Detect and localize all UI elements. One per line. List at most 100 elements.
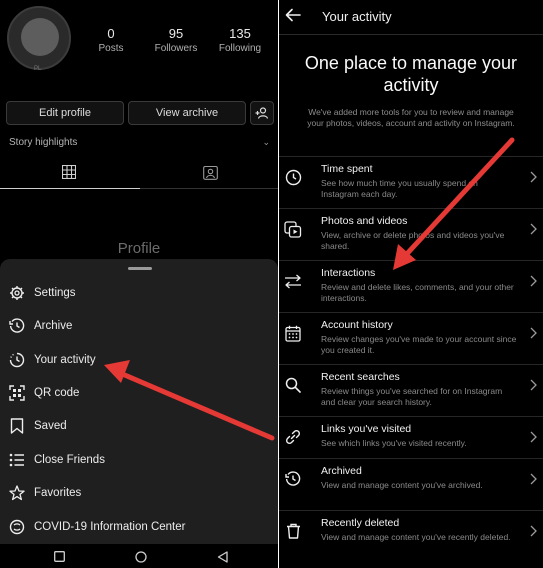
activity-item-archived[interactable]: Archived View and manage content you've … (279, 458, 543, 510)
view-archive-button[interactable]: View archive (128, 101, 246, 125)
qr-code-icon (9, 385, 25, 401)
link-icon (285, 429, 301, 445)
posts-count: 0 (107, 26, 115, 41)
activity-item-description: See how much time you usually spend on I… (321, 178, 478, 199)
add-person-icon (255, 107, 269, 119)
grid-icon[interactable] (62, 165, 76, 179)
activity-item-title: Archived (321, 465, 362, 477)
chevron-right-icon (530, 379, 537, 391)
avatar-silhouette (21, 18, 59, 56)
menu-item-settings[interactable]: Settings (0, 278, 278, 308)
add-person-button[interactable] (250, 101, 274, 125)
following-count: 135 (229, 26, 251, 41)
profile-screen: PL 0 Posts 95 Followers 135 Following Ed… (0, 0, 278, 568)
archive-clock-icon (285, 471, 301, 486)
chevron-right-icon (530, 525, 537, 537)
chevron-down-icon[interactable]: ⌄ (262, 137, 270, 148)
edit-profile-button[interactable]: Edit profile (6, 101, 124, 125)
followers-count: 95 (168, 26, 184, 41)
your-activity-screen: Your activity One place to manage your a… (279, 0, 543, 568)
profile-heading: Profile (117, 240, 161, 257)
activity-item-title: Links you've visited (321, 423, 412, 435)
clock-icon (285, 169, 301, 185)
calendar-icon (285, 325, 301, 342)
top-bar: Your activity (279, 0, 543, 33)
search-icon (285, 377, 301, 393)
hero-description: We've added more tools for you to review… (307, 107, 515, 128)
activity-item-title: Recent searches (321, 371, 400, 383)
chevron-right-icon (530, 171, 537, 183)
menu-item-favorites[interactable]: Favorites (0, 478, 278, 508)
menu-item-label: COVID-19 Information Center (34, 521, 186, 533)
story-highlights-label[interactable]: Story highlights (9, 137, 77, 148)
chevron-right-icon (530, 275, 537, 287)
sheet-handle[interactable] (128, 267, 152, 270)
topbar-divider (279, 34, 543, 35)
activity-item-description: View, archive or delete photos and video… (321, 230, 505, 251)
followers-label: Followers (154, 43, 198, 54)
chevron-right-icon (530, 327, 537, 339)
following-label: Following (218, 43, 262, 54)
activity-item-title: Recently deleted (321, 517, 400, 529)
posts-stat[interactable]: 0 Posts (81, 26, 141, 54)
avatar-caption: PL (34, 66, 42, 72)
recents-square-icon[interactable] (54, 551, 65, 562)
back-triangle-icon[interactable] (217, 551, 228, 563)
following-stat[interactable]: 135 Following (210, 26, 270, 54)
interactions-arrows-icon (285, 274, 301, 288)
list-icon (9, 453, 24, 467)
covid-info-icon (9, 519, 25, 535)
tagged-icon[interactable] (203, 165, 218, 180)
menu-item-archive[interactable]: Archive (0, 311, 278, 341)
home-circle-icon[interactable] (135, 551, 147, 563)
activity-item-description: Review things you've searched for on Ins… (321, 386, 503, 407)
followers-stat[interactable]: 95 Followers (146, 26, 206, 54)
activity-item-title: Account history (321, 319, 393, 331)
archive-clock-icon (9, 318, 25, 333)
menu-item-label: Settings (34, 287, 76, 299)
menu-item-label: Favorites (34, 487, 82, 499)
star-icon (9, 485, 25, 501)
tab-divider (140, 188, 278, 189)
hero-title: One place to manage your activity (304, 53, 518, 95)
menu-item-label: QR code (34, 387, 80, 399)
menu-item-label: Archive (34, 320, 73, 332)
page-title: Your activity (322, 9, 392, 24)
chevron-right-icon (530, 431, 537, 443)
menu-item-your-activity[interactable]: Your activity (0, 345, 278, 375)
posts-label: Posts (98, 43, 124, 54)
photos-videos-icon (284, 220, 302, 238)
activity-item-title: Time spent (321, 163, 373, 175)
menu-sheet: Settings Archive Your activity QR code S… (0, 259, 278, 544)
menu-item-label: Close Friends (34, 454, 105, 466)
activity-item-description: View and manage content you've recently … (321, 532, 511, 542)
menu-item-covid-center[interactable]: COVID-19 Information Center (0, 512, 278, 542)
menu-item-label: Your activity (34, 354, 96, 366)
menu-item-close-friends[interactable]: Close Friends (0, 445, 278, 475)
activity-item-description: Review changes you've made to your accou… (321, 334, 517, 355)
avatar[interactable] (7, 6, 71, 70)
activity-item-interactions[interactable]: Interactions Review and delete likes, co… (279, 260, 543, 312)
activity-item-title: Photos and videos (321, 215, 408, 227)
menu-item-qr-code[interactable]: QR code (0, 378, 278, 408)
trash-icon (286, 523, 300, 539)
activity-item-description: Review and delete likes, comments, and y… (321, 282, 514, 303)
active-tab-indicator (0, 188, 140, 189)
activity-item-time-spent[interactable]: Time spent See how much time you usually… (279, 156, 543, 208)
activity-item-description: See which links you've visited recently. (321, 438, 467, 448)
android-nav-bar (0, 544, 278, 568)
activity-item-recently-deleted[interactable]: Recently deleted View and manage content… (279, 510, 543, 562)
activity-item-recent-searches[interactable]: Recent searches Review things you've sea… (279, 364, 543, 416)
activity-item-photos-and-videos[interactable]: Photos and videos View, archive or delet… (279, 208, 543, 260)
bookmark-icon (10, 418, 24, 434)
menu-item-saved[interactable]: Saved (0, 411, 278, 441)
activity-clock-icon (9, 352, 25, 368)
back-arrow-icon[interactable] (285, 8, 301, 22)
menu-item-label: Saved (34, 420, 67, 432)
activity-item-account-history[interactable]: Account history Review changes you've ma… (279, 312, 543, 364)
activity-item-description: View and manage content you've archived. (321, 480, 483, 490)
activity-item-title: Interactions (321, 267, 376, 279)
chevron-right-icon (530, 223, 537, 235)
settings-gear-icon (10, 286, 24, 300)
chevron-right-icon (530, 473, 537, 485)
